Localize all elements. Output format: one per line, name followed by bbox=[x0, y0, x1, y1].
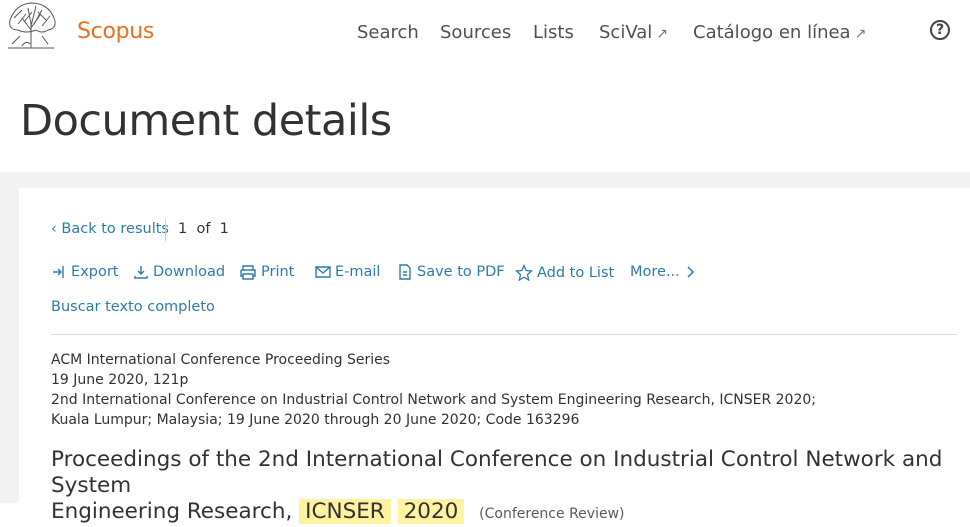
star-icon bbox=[515, 264, 533, 282]
elsevier-logo-icon[interactable] bbox=[2, 0, 60, 50]
nav-scival-label: SciVal bbox=[599, 22, 653, 43]
print-label: Print bbox=[261, 264, 295, 280]
email-button[interactable]: E-mail bbox=[315, 264, 380, 280]
chevron-left-icon: ‹ bbox=[51, 221, 57, 237]
download-label: Download bbox=[153, 264, 226, 280]
document-title-line1: Proceedings of the 2nd International Con… bbox=[51, 447, 943, 498]
pager-total: 1 bbox=[219, 221, 229, 237]
more-label: More... bbox=[630, 264, 680, 280]
section-divider bbox=[51, 334, 957, 335]
export-button[interactable]: Export bbox=[51, 264, 118, 280]
export-label: Export bbox=[71, 264, 119, 280]
nav-sources-label: Sources bbox=[440, 22, 512, 43]
document-type: (Conference Review) bbox=[479, 506, 625, 522]
back-to-results-label: Back to results bbox=[61, 221, 169, 237]
add-to-list-button[interactable]: Add to List bbox=[515, 264, 614, 282]
nav-search-label: Search bbox=[357, 22, 419, 43]
external-link-icon: ↗ bbox=[656, 26, 669, 42]
top-header: Scopus Search Sources Lists SciVal ↗ Catá… bbox=[0, 0, 970, 70]
page-title: Document details bbox=[20, 96, 392, 146]
more-button[interactable]: More... bbox=[630, 264, 696, 280]
download-icon bbox=[134, 266, 148, 279]
nav-scival[interactable]: SciVal ↗ bbox=[599, 22, 668, 43]
email-label: E-mail bbox=[335, 264, 381, 280]
nav-catalogo[interactable]: Catálogo en línea ↗ bbox=[693, 22, 866, 43]
print-icon bbox=[240, 265, 256, 280]
export-icon bbox=[53, 266, 64, 278]
save-to-pdf-button[interactable]: Save to PDF bbox=[397, 264, 505, 280]
nav-search[interactable]: Search bbox=[357, 22, 419, 43]
save-to-pdf-label: Save to PDF bbox=[417, 264, 505, 280]
publication-date: 19 June 2020, 121p bbox=[51, 372, 189, 388]
divider bbox=[165, 219, 166, 241]
email-icon bbox=[315, 266, 331, 278]
full-text-link[interactable]: Buscar texto completo bbox=[51, 299, 215, 315]
nav-lists-label: Lists bbox=[533, 22, 574, 43]
result-pager: 1 of 1 bbox=[178, 221, 229, 237]
pager-of: of bbox=[196, 221, 211, 237]
document-title: Proceedings of the 2nd International Con… bbox=[51, 447, 961, 527]
scopus-brand[interactable]: Scopus bbox=[77, 19, 154, 44]
conference-location: Kuala Lumpur; Malaysia; 19 June 2020 thr… bbox=[51, 412, 580, 428]
print-button[interactable]: Print bbox=[239, 264, 294, 280]
back-to-results-link[interactable]: ‹ Back to results bbox=[51, 221, 169, 237]
nav-catalogo-label: Catálogo en línea bbox=[693, 22, 851, 43]
help-icon[interactable]: ? bbox=[930, 20, 950, 40]
chevron-right-icon bbox=[687, 266, 694, 278]
nav-lists[interactable]: Lists bbox=[533, 22, 574, 43]
pdf-icon bbox=[399, 264, 411, 280]
external-link-icon: ↗ bbox=[854, 26, 867, 42]
source-series[interactable]: ACM International Conference Proceeding … bbox=[51, 352, 390, 368]
pager-current: 1 bbox=[178, 221, 188, 237]
conference-name: 2nd International Conference on Industri… bbox=[51, 392, 816, 408]
add-to-list-label: Add to List bbox=[537, 265, 615, 281]
nav-sources[interactable]: Sources bbox=[440, 22, 511, 43]
download-button[interactable]: Download bbox=[133, 264, 225, 280]
